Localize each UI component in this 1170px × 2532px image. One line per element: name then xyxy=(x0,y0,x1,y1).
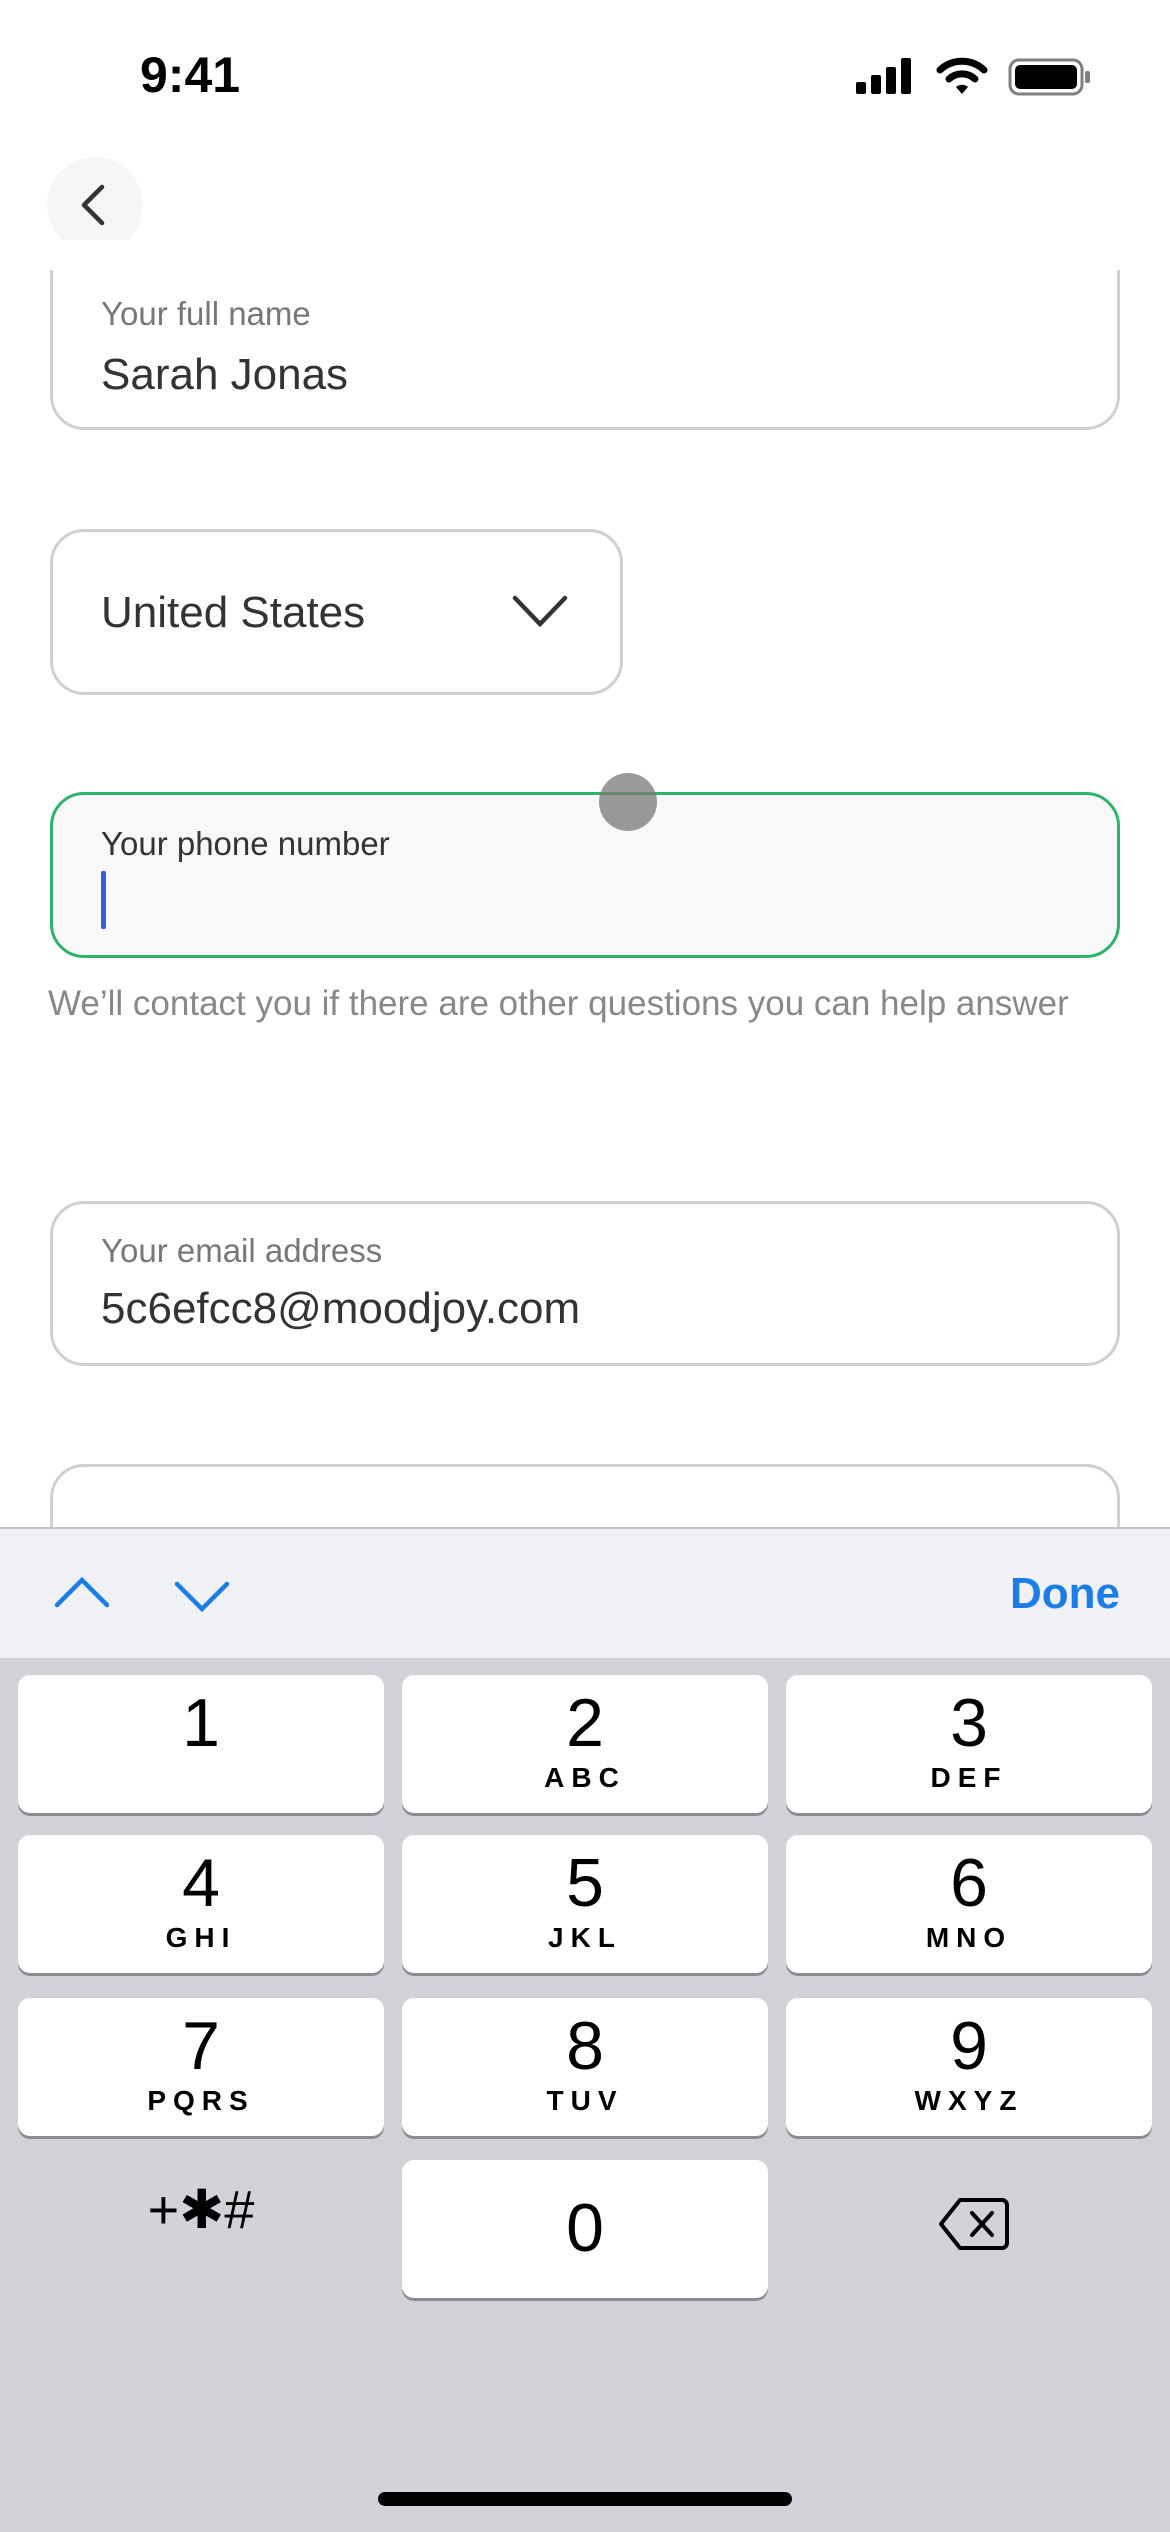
country-value: United States xyxy=(101,588,366,637)
email-value: 5c6efcc8@moodjoy.com xyxy=(101,1284,581,1333)
key-letters: JKL xyxy=(548,1922,622,1953)
key-9[interactable]: 9 WXYZ xyxy=(786,1998,1152,2136)
key-letters: GHI xyxy=(165,1922,237,1953)
key-letters: TUV xyxy=(546,2085,624,2116)
phone-number-label: Your phone number xyxy=(101,825,390,862)
key-6[interactable]: 6 MNO xyxy=(786,1835,1152,1973)
chevron-left-icon xyxy=(81,184,105,226)
back-button[interactable] xyxy=(47,157,143,253)
key-digit: 1 xyxy=(182,1685,220,1761)
key-digit: 2 xyxy=(566,1685,604,1761)
key-digit: 8 xyxy=(566,2008,604,2084)
key-2[interactable]: 2 ABC xyxy=(402,1675,768,1813)
delete-key[interactable] xyxy=(786,2160,1152,2298)
email-label: Your email address xyxy=(101,1232,383,1269)
full-name-label: Your full name xyxy=(101,295,311,332)
touch-indicator xyxy=(599,773,657,831)
key-digit: 5 xyxy=(566,1845,604,1921)
key-digit: 6 xyxy=(950,1845,988,1921)
backspace-icon xyxy=(939,2198,1009,2250)
text-cursor xyxy=(101,871,106,929)
numeric-keypad: +✱# 0 1 2 ABC 3 DEF 4 GHI 5 JKL 6 MNO 7 PQRS 8 TUV 9 WXY… xyxy=(0,1658,1170,2532)
chevron-down-icon xyxy=(512,595,568,628)
home-indicator xyxy=(378,2492,792,2506)
keyboard-toolbar: Done xyxy=(0,1527,1170,1658)
key-letters: PQRS xyxy=(147,2085,255,2116)
battery-icon xyxy=(1008,58,1092,101)
previous-field-button[interactable] xyxy=(52,1573,112,1613)
key-digit: 7 xyxy=(182,2008,220,2084)
key-digit: 9 xyxy=(950,2008,988,2084)
country-dropdown[interactable]: United States xyxy=(50,529,623,695)
key-0[interactable]: 0 xyxy=(402,2160,768,2298)
key-letters: WXYZ xyxy=(914,2085,1024,2116)
key-digit: 4 xyxy=(182,1845,220,1921)
phone-number-input[interactable]: Your phone number xyxy=(50,792,1120,958)
key-5[interactable]: 5 JKL xyxy=(402,1835,768,1973)
symbols-key[interactable]: +✱# xyxy=(18,2160,384,2298)
key-3[interactable]: 3 DEF xyxy=(786,1675,1152,1813)
key-digit: 3 xyxy=(950,1685,988,1761)
key-letters: MNO xyxy=(925,1922,1013,1953)
signal-icon xyxy=(856,58,914,94)
email-field[interactable]: Your email address 5c6efcc8@moodjoy.com xyxy=(50,1201,1120,1366)
key-8[interactable]: 8 TUV xyxy=(402,1998,768,2136)
key-4[interactable]: 4 GHI xyxy=(18,1835,384,1973)
done-button[interactable]: Done xyxy=(1010,1569,1120,1619)
phone-helper-text: We’ll contact you if there are other que… xyxy=(48,984,1069,1023)
key-7[interactable]: 7 PQRS xyxy=(18,1998,384,2136)
key-letters: DEF xyxy=(930,1762,1008,1793)
full-name-value: Sarah Jonas xyxy=(101,350,349,399)
status-time: 9:41 xyxy=(140,47,241,103)
key-1[interactable]: 1 xyxy=(18,1675,384,1813)
next-field-button[interactable] xyxy=(172,1577,232,1617)
wifi-icon xyxy=(936,56,988,101)
key-letters: ABC xyxy=(544,1762,626,1793)
